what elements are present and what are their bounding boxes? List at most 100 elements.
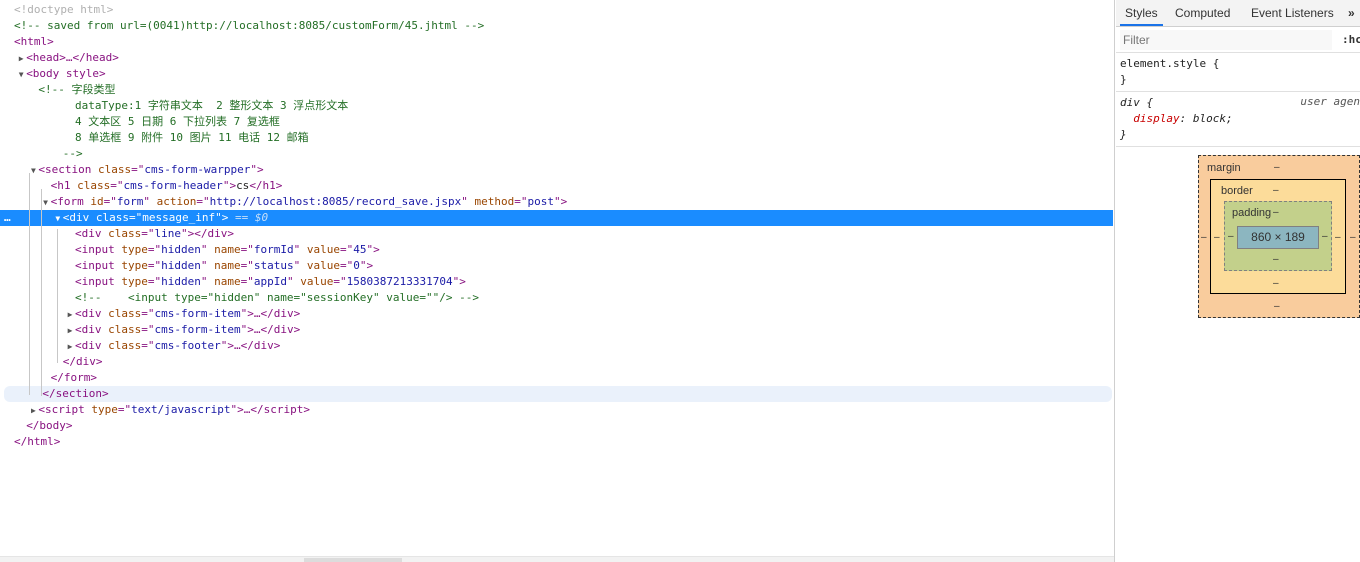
punctuation: > bbox=[366, 259, 374, 272]
attribute-name: value bbox=[306, 259, 340, 272]
closing-tag[interactable]: </body> bbox=[0, 418, 1113, 434]
attribute-value: cms-form-warpper bbox=[144, 163, 251, 176]
element-style-rule[interactable]: element.style { } bbox=[1116, 53, 1360, 92]
input-node[interactable]: <input type="hidden" name="status" value… bbox=[0, 258, 1113, 274]
console-reference: == $0 bbox=[228, 211, 269, 224]
tag-name: <div bbox=[75, 227, 102, 240]
box-model-content[interactable]: 860 × 189 bbox=[1237, 226, 1319, 249]
attribute-value: hidden bbox=[161, 259, 201, 272]
collapsed-div-node[interactable]: ▶ <div class="cms-footer">…</div> bbox=[0, 338, 1113, 354]
attribute-name: class bbox=[98, 163, 132, 176]
comment-line[interactable]: <!-- <input type="hidden" name="sessionK… bbox=[0, 290, 1113, 306]
more-tabs-icon[interactable]: » bbox=[1348, 0, 1355, 26]
expand-triangle-closed-icon[interactable]: ▶ bbox=[28, 403, 38, 419]
comment-line[interactable]: 4 文本区 5 日期 6 下拉列表 7 复选框 bbox=[0, 114, 1113, 130]
comment-line[interactable]: 8 单选框 9 附件 10 图片 11 电话 12 邮箱 bbox=[0, 130, 1113, 146]
more-actions-icon[interactable]: … bbox=[4, 210, 11, 226]
form-node[interactable]: ▼ <form id="form" action="http://localhos… bbox=[0, 194, 1113, 210]
tree-guide-line bbox=[41, 189, 42, 396]
element-style-selector: element.style { bbox=[1120, 57, 1220, 70]
tag-name: </body> bbox=[26, 419, 73, 432]
margin-label: margin bbox=[1207, 162, 1241, 174]
closing-tag[interactable]: </html> bbox=[0, 434, 1113, 450]
expand-triangle-closed-icon[interactable]: ▶ bbox=[16, 51, 26, 67]
div-line-node[interactable]: <div class="line"></div> bbox=[0, 226, 1113, 242]
attribute-value: message_inf bbox=[142, 211, 216, 224]
padding-label: padding bbox=[1232, 207, 1272, 219]
expand-triangle-open-icon[interactable]: ▼ bbox=[41, 195, 51, 211]
expand-triangle-closed-icon[interactable]: ▶ bbox=[65, 307, 75, 323]
expand-triangle-closed-icon[interactable]: ▶ bbox=[65, 339, 75, 355]
attribute-name: action bbox=[156, 195, 197, 208]
tab-computed[interactable]: Computed bbox=[1175, 0, 1230, 26]
section-node[interactable]: ▼ <section class="cms-form-warpper"> bbox=[0, 162, 1113, 178]
border-top-value: – bbox=[1273, 185, 1279, 196]
punctuation: =" bbox=[129, 211, 143, 224]
attribute-value: http://localhost:8085/record_save.jspx bbox=[209, 195, 462, 208]
tag-name: <html> bbox=[14, 35, 54, 48]
punctuation: " bbox=[293, 259, 301, 272]
tag-name: <div bbox=[75, 323, 102, 336]
head-node[interactable]: ▶ <head>…</head> bbox=[0, 50, 1113, 66]
selected-div-node[interactable]: ▼ <div class="message_inf"> == $0… bbox=[0, 210, 1113, 226]
doctype-line[interactable]: <!doctype html> bbox=[0, 2, 1113, 18]
styles-filter-input[interactable] bbox=[1120, 30, 1332, 50]
attribute-value: status bbox=[253, 259, 294, 272]
attribute-value: cms-form-item bbox=[154, 323, 241, 336]
comment: <!-- saved from url=(0041)http://localho… bbox=[14, 19, 485, 32]
attribute-name: name bbox=[214, 275, 241, 288]
expand-triangle-open-icon[interactable]: ▼ bbox=[16, 67, 26, 83]
comment-line[interactable]: <!-- saved from url=(0041)http://localho… bbox=[0, 18, 1113, 34]
punctuation: =" bbox=[340, 243, 354, 256]
attribute-name: name bbox=[214, 259, 241, 272]
closing-tag[interactable]: </form> bbox=[0, 370, 1113, 386]
css-property-name: display bbox=[1133, 112, 1180, 125]
punctuation: >…</div> bbox=[247, 307, 301, 320]
attribute-value: line bbox=[154, 227, 182, 240]
attribute-value: cms-form-item bbox=[154, 307, 241, 320]
expand-triangle-open-icon[interactable]: ▼ bbox=[53, 211, 63, 227]
attribute-value: cms-footer bbox=[154, 339, 221, 352]
attribute-value: form bbox=[116, 195, 144, 208]
punctuation: =" bbox=[240, 243, 254, 256]
horizontal-scrollbar[interactable] bbox=[0, 556, 1114, 562]
punctuation: =" bbox=[147, 275, 162, 288]
punctuation: " bbox=[359, 259, 367, 272]
collapsed-div-node[interactable]: ▶ <div class="cms-form-item">…</div> bbox=[0, 322, 1113, 338]
border-left-value: – bbox=[1214, 232, 1220, 243]
elements-tree-panel[interactable]: <!doctype html> <!-- saved from url=(0041… bbox=[0, 0, 1115, 562]
closing-tag[interactable]: </div> bbox=[0, 354, 1113, 370]
punctuation: " bbox=[200, 243, 208, 256]
input-node[interactable]: <input type="hidden" name="formId" value… bbox=[0, 242, 1113, 258]
closing-tag[interactable]: </section> bbox=[4, 386, 1112, 402]
padding-top-value: – bbox=[1273, 207, 1279, 218]
box-model-diagram: margin – – – – border – – – – padding – … bbox=[1198, 155, 1360, 318]
punctuation: > bbox=[373, 243, 380, 256]
input-node[interactable]: <input type="hidden" name="appId" value=… bbox=[0, 274, 1113, 290]
scrollbar-thumb[interactable] bbox=[304, 558, 402, 562]
border-label: border bbox=[1221, 185, 1253, 197]
h1-node[interactable]: <h1 class="cms-form-header">cs</h1> bbox=[0, 178, 1113, 194]
comment-line[interactable]: dataType:1 字符串文本 2 整形文本 3 浮点形文本 bbox=[0, 98, 1113, 114]
tag-name: <head>…</head> bbox=[26, 51, 119, 64]
punctuation: " bbox=[554, 195, 561, 208]
border-right-value: – bbox=[1335, 232, 1341, 243]
punctuation: " bbox=[461, 195, 468, 208]
hover-state-toggle[interactable]: :hc bbox=[1342, 33, 1360, 46]
tag-name: </html> bbox=[14, 435, 61, 448]
punctuation: =" bbox=[141, 323, 155, 336]
tab-styles[interactable]: Styles bbox=[1120, 0, 1163, 26]
padding-left-value: – bbox=[1228, 231, 1234, 242]
collapsed-div-node[interactable]: ▶ <div class="cms-form-item">…</div> bbox=[0, 306, 1113, 322]
div-rule[interactable]: user agen div { display: block; } bbox=[1116, 92, 1360, 147]
script-node[interactable]: ▶ <script type="text/javascript">…</scrip… bbox=[0, 402, 1113, 418]
body-node[interactable]: ▼ <body style> bbox=[0, 66, 1113, 82]
punctuation: =" bbox=[117, 403, 132, 416]
tag-name: <form bbox=[50, 195, 84, 208]
comment-line[interactable]: --> bbox=[0, 146, 1113, 162]
expand-triangle-closed-icon[interactable]: ▶ bbox=[65, 323, 75, 339]
comment-line[interactable]: <!-- 字段类型 bbox=[0, 82, 1113, 98]
html-node[interactable]: <html> bbox=[0, 34, 1113, 50]
punctuation: =" bbox=[340, 259, 354, 272]
tab-event-listeners[interactable]: Event Listeners bbox=[1251, 0, 1334, 26]
